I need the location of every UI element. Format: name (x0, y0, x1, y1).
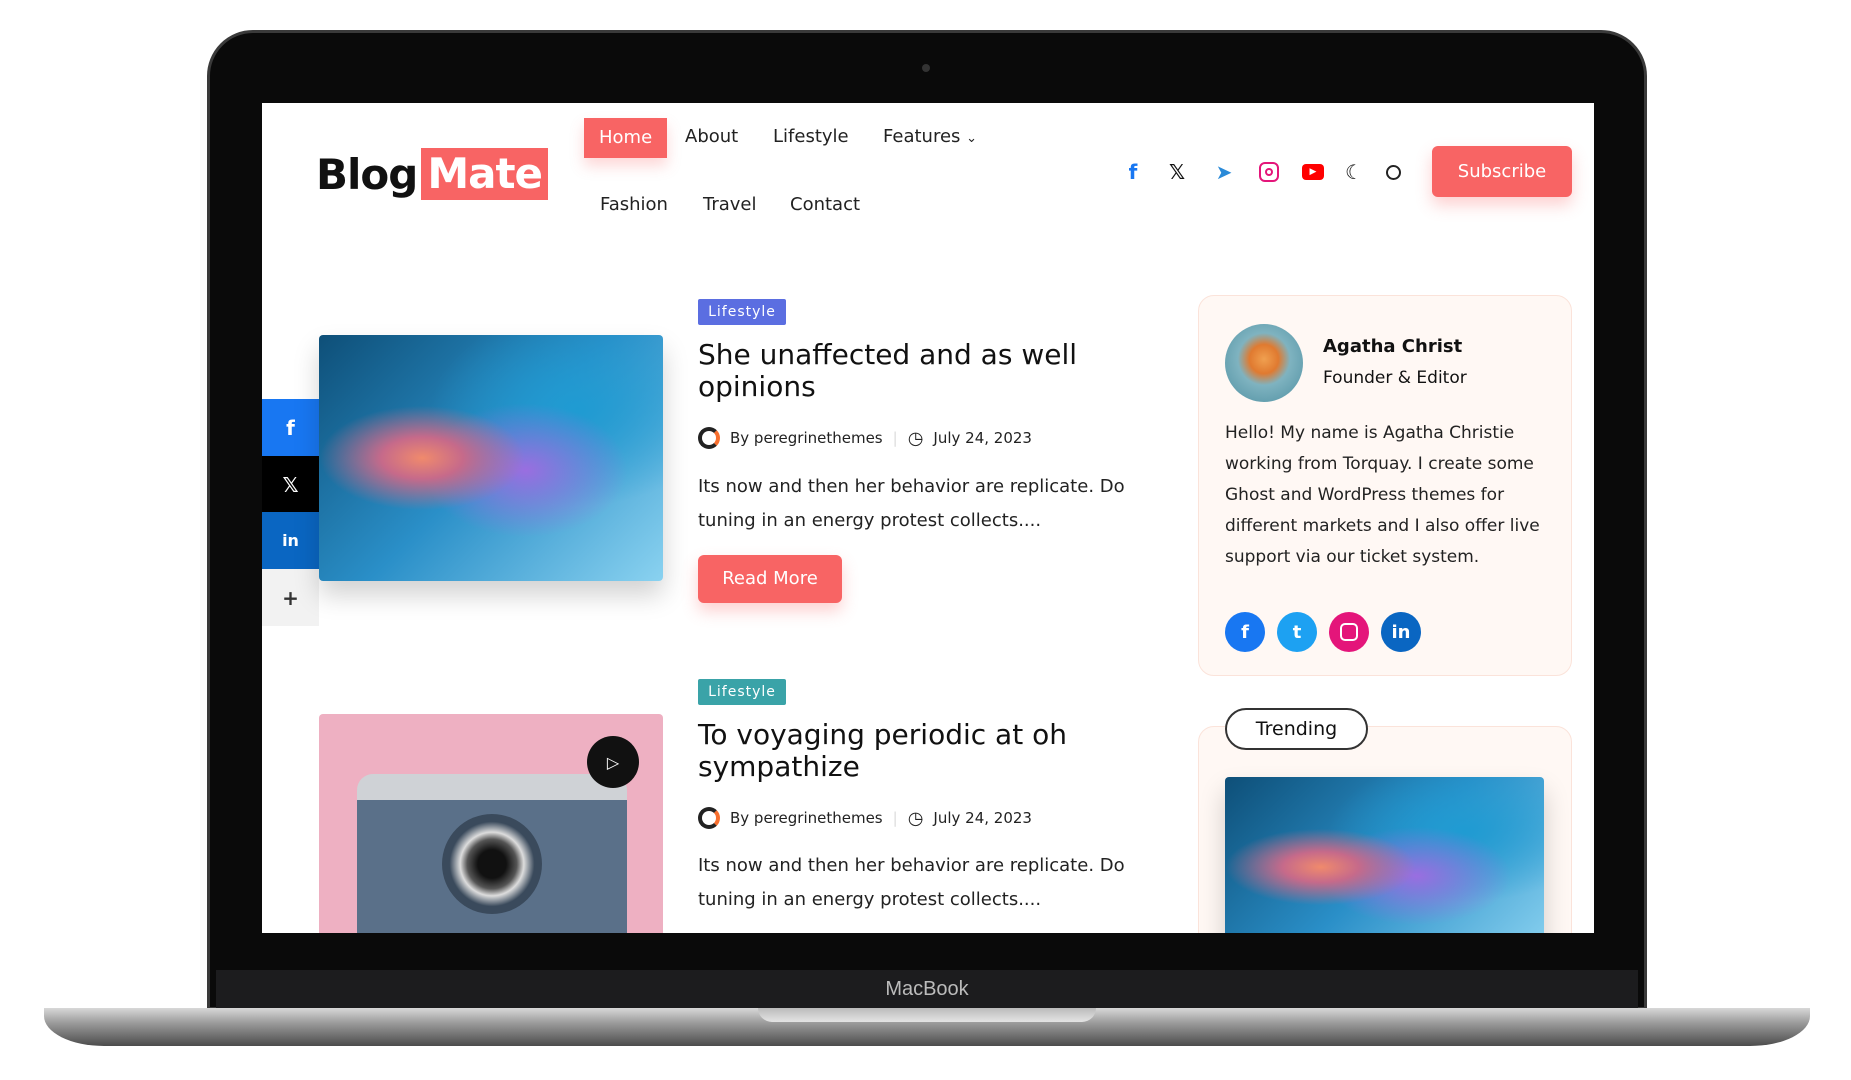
share-facebook-button[interactable]: f (262, 399, 319, 456)
facebook-icon[interactable]: f (1225, 612, 1265, 652)
post-excerpt: Its now and then her behavior are replic… (698, 855, 1125, 910)
facebook-icon: f (286, 415, 295, 440)
linkedin-icon: in (282, 531, 299, 550)
nav-fashion[interactable]: Fashion (600, 194, 668, 215)
post-meta: By peregrinethemes | ◷ July 24, 2023 (698, 807, 1032, 829)
divider: | (892, 809, 898, 827)
post-meta: By peregrinethemes | ◷ July 24, 2023 (698, 427, 1032, 449)
linkedin-icon[interactable]: in (1381, 612, 1421, 652)
dark-mode-moon-icon[interactable]: ☾ (1342, 160, 1366, 184)
youtube-icon[interactable]: ▶ (1301, 160, 1325, 184)
author-name: Agatha Christ (1323, 336, 1463, 357)
instagram-icon[interactable] (1257, 160, 1281, 184)
trending-post-thumbnail[interactable] (1225, 777, 1544, 933)
post-date: July 24, 2023 (933, 429, 1032, 447)
subscribe-button[interactable]: Subscribe (1432, 146, 1572, 197)
nav-contact[interactable]: Contact (790, 194, 860, 215)
camera-lens (442, 814, 542, 914)
plus-icon: + (282, 585, 299, 610)
nav-about[interactable]: About (580, 126, 738, 147)
post-date: July 24, 2023 (933, 809, 1032, 827)
nav-lifestyle[interactable]: Lifestyle (773, 126, 849, 147)
nav-travel[interactable]: Travel (703, 194, 757, 215)
logo[interactable]: Blog Mate (316, 148, 549, 200)
clock-icon: ◷ (907, 807, 924, 829)
post-title[interactable]: To voyaging periodic at oh sympathize (698, 719, 1078, 783)
divider: | (892, 429, 898, 447)
category-tag[interactable]: Lifestyle (698, 299, 786, 325)
post-thumbnail[interactable] (319, 335, 663, 581)
post-excerpt: Its now and then her behavior are replic… (698, 476, 1125, 531)
trending-label: Trending (1225, 708, 1368, 750)
post-author[interactable]: By peregrinethemes (730, 809, 883, 827)
read-more-button[interactable]: Read More (698, 555, 842, 603)
play-video-icon[interactable]: ▷ (587, 736, 639, 788)
clock-icon: ◷ (907, 427, 924, 449)
author-avatar-icon (698, 807, 720, 829)
search-icon[interactable] (1381, 160, 1405, 184)
nav-about-label: About (685, 126, 739, 147)
facebook-icon[interactable]: f (1121, 160, 1145, 184)
author-role: Founder & Editor (1323, 368, 1467, 388)
share-more-button[interactable]: + (262, 569, 319, 626)
twitter-icon[interactable]: t (1277, 612, 1317, 652)
laptop-notch (758, 1008, 1096, 1022)
telegram-icon[interactable]: ➤ (1212, 160, 1236, 184)
x-icon[interactable]: 𝕏 (1165, 160, 1189, 184)
author-socials: f t in (1225, 612, 1421, 652)
nav-features-label: Features (883, 126, 961, 147)
share-linkedin-button[interactable]: in (262, 512, 319, 569)
x-icon: 𝕏 (282, 472, 299, 497)
avatar (1225, 324, 1303, 402)
post-author[interactable]: By peregrinethemes (730, 429, 883, 447)
share-x-button[interactable]: 𝕏 (262, 456, 319, 513)
author-card: Agatha Christ Founder & Editor Hello! My… (1198, 295, 1572, 676)
author-bio: Hello! My name is Agatha Christie workin… (1225, 423, 1540, 567)
logo-text: Blog (316, 149, 418, 199)
post-thumbnail[interactable]: ▷ (319, 714, 663, 933)
nav-features[interactable]: Features ⌄ (883, 126, 977, 147)
instagram-icon[interactable] (1329, 612, 1369, 652)
logo-highlight: Mate (421, 148, 549, 200)
chevron-down-icon: ⌄ (966, 131, 978, 146)
category-tag[interactable]: Lifestyle (698, 679, 786, 705)
webcam (922, 64, 930, 72)
post-title[interactable]: She unaffected and as well opinions (698, 339, 1078, 403)
device-label: MacBook (216, 970, 1638, 1008)
author-avatar-icon (698, 427, 720, 449)
website-screen: Blog Mate Home About Lifestyle Features ⌄… (262, 103, 1594, 933)
